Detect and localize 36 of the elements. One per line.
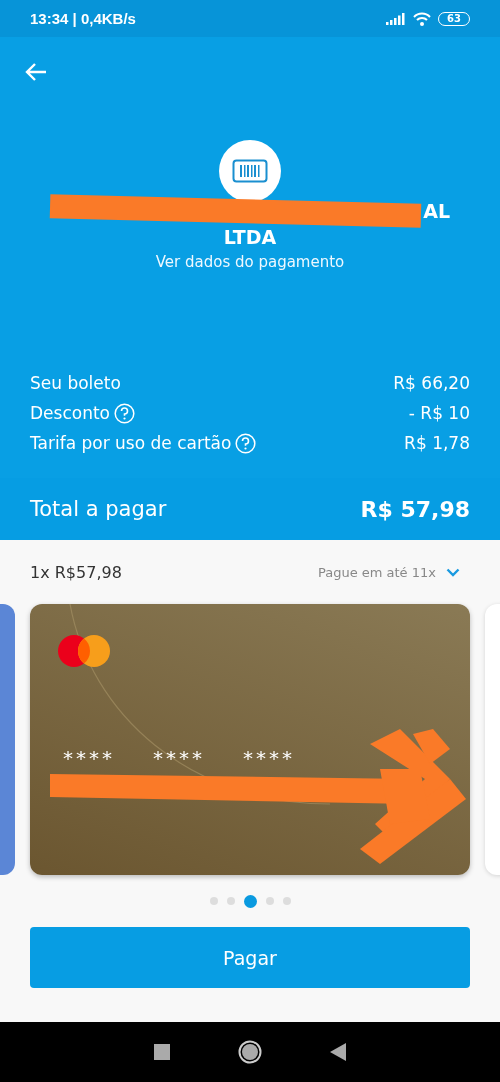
total-value: R$ 57,98: [360, 496, 470, 522]
installments-dropdown[interactable]: Pague em até 11x: [317, 564, 460, 580]
card-brand-logo: [57, 634, 111, 668]
summary-label: Tarifa por uso de cartão: [30, 433, 232, 453]
carousel-dot[interactable]: [282, 897, 291, 905]
wifi-icon: [413, 11, 432, 26]
summary-value: R$ 66,20: [393, 373, 470, 393]
back-icon[interactable]: [330, 1043, 346, 1061]
carousel-dot[interactable]: [226, 897, 235, 905]
credit-card[interactable]: [0, 604, 15, 875]
help-icon[interactable]: [114, 402, 135, 424]
payment-details-link[interactable]: Ver dados do pagamento: [155, 253, 345, 271]
merchant-name: LTDA: [223, 226, 277, 248]
carousel-dot[interactable]: [243, 894, 257, 908]
installment-value: 1x R$57,98: [30, 562, 122, 582]
help-icon[interactable]: [235, 432, 257, 454]
home-icon[interactable]: [238, 1040, 262, 1064]
status-time: 13:34 | 0,4KB/s: [30, 10, 136, 27]
carousel-dot[interactable]: [209, 897, 218, 905]
summary-label: Seu boleto: [30, 373, 121, 393]
chevron-down-icon: [446, 567, 460, 577]
barcode-icon: [219, 140, 281, 202]
summary-value: R$ 1,78: [404, 433, 470, 453]
summary-value: - R$ 10: [408, 403, 470, 423]
credit-card[interactable]: **** **** ****: [30, 604, 470, 875]
card-number-group: ****: [153, 746, 205, 770]
total-label: Total a pagar: [30, 497, 167, 521]
card-number-group: ****: [63, 746, 115, 770]
card-number-group: ****: [243, 746, 295, 770]
carousel-dot[interactable]: [265, 897, 274, 905]
recents-icon[interactable]: [154, 1044, 170, 1060]
merchant-name: AL: [423, 200, 450, 222]
summary-label: Desconto: [30, 403, 110, 423]
pay-button[interactable]: Pagar: [30, 927, 470, 988]
signal-icon: [386, 12, 407, 25]
back-arrow-icon[interactable]: [25, 62, 47, 82]
